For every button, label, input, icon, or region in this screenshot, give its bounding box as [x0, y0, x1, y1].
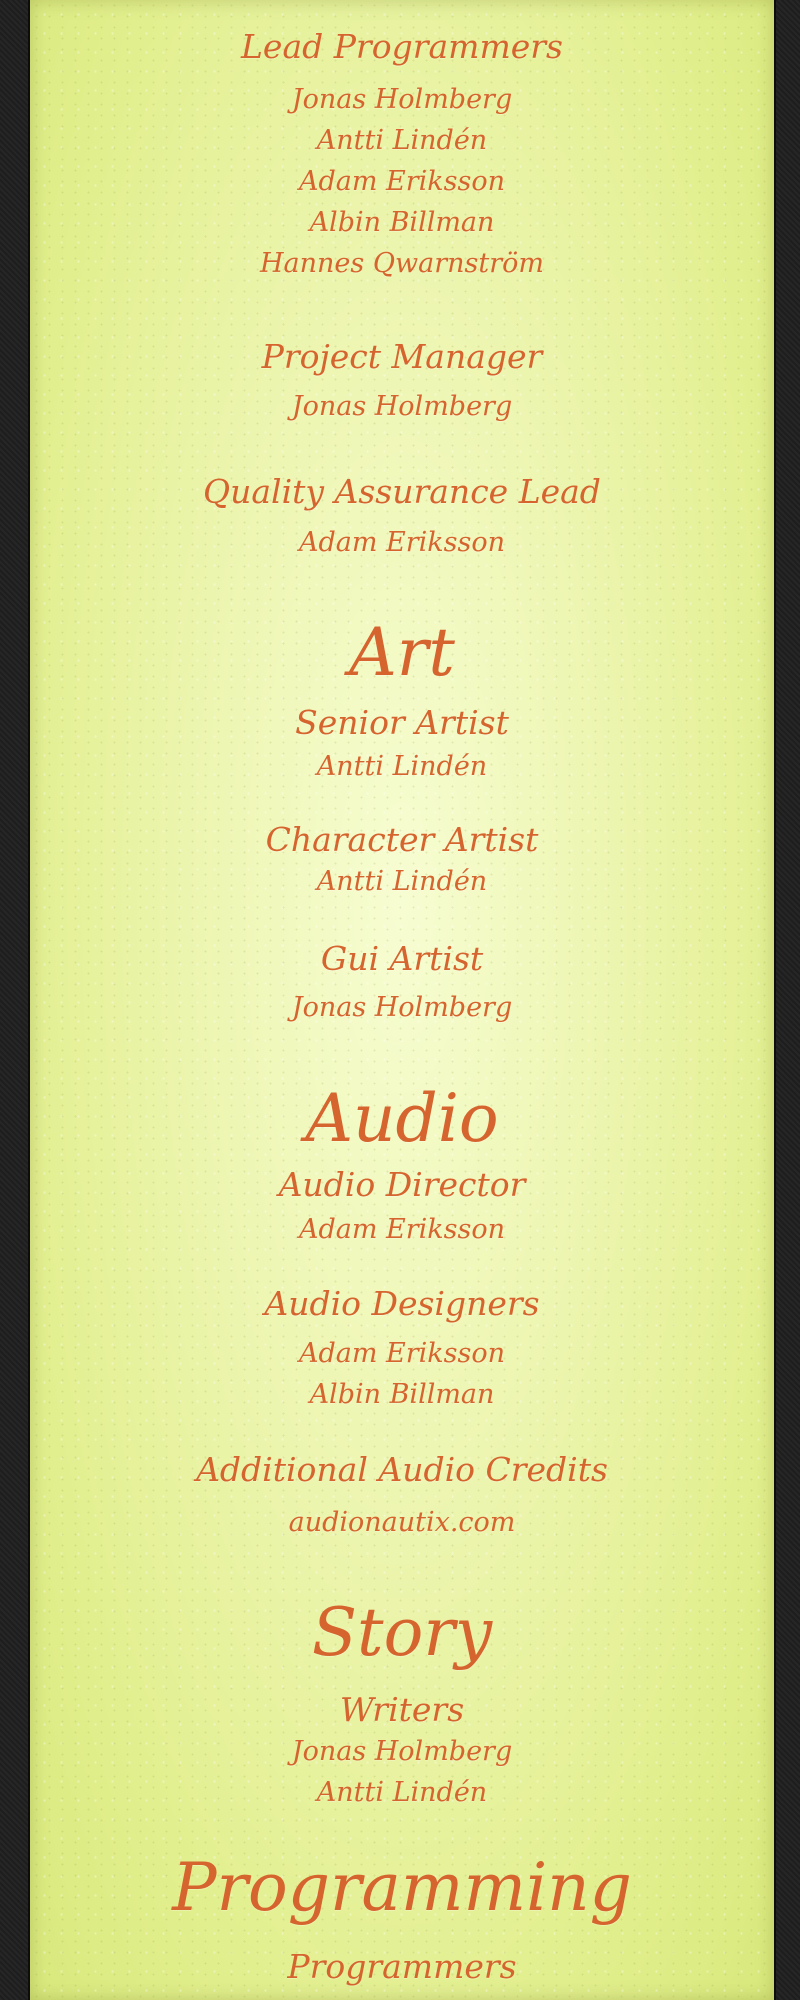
section-heading-programming: Programming [172, 1849, 632, 1926]
name-audionautix: audionautix.com [288, 1507, 516, 1538]
role-audio-designers: Audio Designers [264, 1284, 540, 1323]
name-hannes-qwarnstrom: Hannes Qwarnström [260, 248, 544, 279]
name-adam-eriksson: Adam Eriksson [298, 166, 506, 197]
name-albin-billman: Albin Billman [309, 207, 495, 238]
credits-screen: Lead Programmers Jonas Holmberg Antti Li… [0, 0, 800, 2000]
role-additional-audio-credits: Additional Audio Credits [196, 1450, 608, 1489]
name-antti-linden: Antti Lindén [316, 751, 488, 782]
section-heading-art: Art [349, 614, 455, 691]
role-lead-programmers: Lead Programmers [241, 27, 563, 66]
role-project-manager: Project Manager [261, 337, 543, 376]
name-antti-linden: Antti Lindén [316, 1777, 488, 1808]
section-heading-story: Story [311, 1594, 493, 1671]
section-heading-audio: Audio [305, 1080, 499, 1157]
role-audio-director: Audio Director [278, 1165, 526, 1204]
role-gui-artist: Gui Artist [320, 939, 484, 978]
name-jonas-holmberg: Jonas Holmberg [291, 391, 513, 422]
name-antti-linden: Antti Lindén [316, 866, 488, 897]
role-programmers: Programmers [287, 1947, 517, 1986]
name-adam-eriksson: Adam Eriksson [298, 527, 506, 558]
role-quality-assurance-lead: Quality Assurance Lead [203, 472, 601, 511]
role-senior-artist: Senior Artist [295, 703, 509, 742]
name-adam-eriksson: Adam Eriksson [298, 1214, 506, 1245]
role-character-artist: Character Artist [265, 820, 539, 859]
name-antti-linden: Antti Lindén [316, 125, 488, 156]
name-jonas-holmberg: Jonas Holmberg [291, 84, 513, 115]
name-albin-billman: Albin Billman [309, 1379, 495, 1410]
name-jonas-holmberg: Jonas Holmberg [291, 992, 513, 1023]
name-jonas-holmberg: Jonas Holmberg [291, 1736, 513, 1767]
name-adam-eriksson: Adam Eriksson [298, 1338, 506, 1369]
role-writers: Writers [339, 1690, 465, 1729]
